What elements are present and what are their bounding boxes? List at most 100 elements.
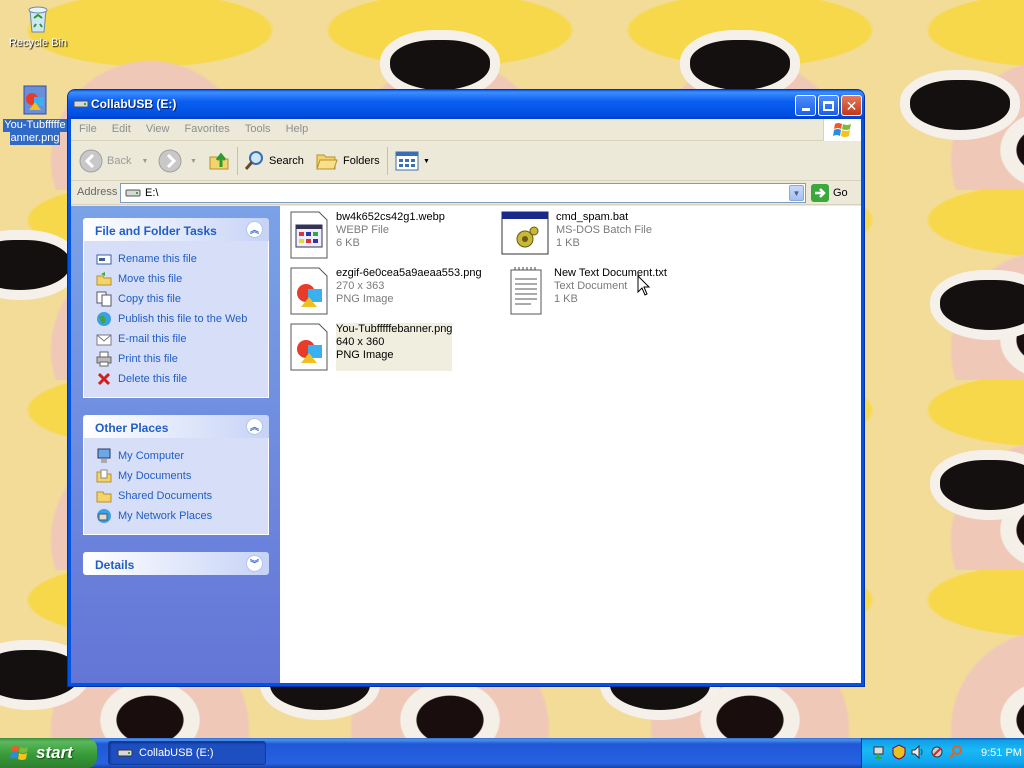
- windows-logo-icon: [823, 119, 861, 141]
- taskbar: start CollabUSB (E:) 9:51 PM: [0, 738, 1024, 768]
- toolbar-separator: [387, 147, 388, 175]
- file-item-selected[interactable]: You-Tubfffffebanner.png 640 x 360 PNG Im…: [289, 323, 453, 371]
- views-button[interactable]: ▼: [395, 148, 430, 174]
- file-item[interactable]: ezgif-6e0cea5a9aeaa553.png 270 x 363 PNG…: [289, 267, 482, 315]
- explorer-window: CollabUSB (E:) ✕ File Edit View Favorite…: [67, 89, 865, 687]
- panel-title: Details: [95, 558, 135, 572]
- place-my-computer[interactable]: My Computer: [96, 446, 268, 466]
- views-dropdown-icon: ▼: [423, 157, 430, 165]
- my-computer-icon: [96, 448, 112, 464]
- publish-web-icon: [96, 311, 112, 327]
- file-type: MS-DOS Batch File: [556, 224, 652, 236]
- task-rename[interactable]: Rename this file: [96, 249, 268, 269]
- up-folder-button[interactable]: [207, 148, 231, 174]
- network-tray-icon[interactable]: [872, 744, 888, 763]
- task-print[interactable]: Print this file: [96, 349, 268, 369]
- minimize-icon: [801, 108, 810, 111]
- other-places-panel: Other Places ︽ My Computer My Documents …: [83, 415, 269, 535]
- start-button[interactable]: start: [0, 738, 97, 768]
- forward-button[interactable]: ▼: [158, 148, 197, 174]
- desktop-icon-label-line2: anner.png: [9, 132, 61, 145]
- task-delete[interactable]: Delete this file: [96, 369, 268, 389]
- maximize-icon: [823, 100, 834, 111]
- file-name: You-Tubfffffebanner.png: [336, 323, 453, 335]
- file-info: PNG Image: [336, 293, 394, 305]
- system-tray: 9:51 PM: [861, 738, 1024, 768]
- minimize-button[interactable]: [795, 95, 816, 116]
- place-my-documents[interactable]: My Documents: [96, 466, 268, 486]
- png-image-icon: [290, 267, 328, 315]
- panel-header[interactable]: Details ︾: [83, 552, 269, 575]
- panel-header[interactable]: Other Places ︽: [83, 415, 269, 438]
- png-image-icon: [23, 85, 47, 115]
- back-arrow-icon: [79, 149, 103, 173]
- menu-favorites[interactable]: Favorites: [179, 119, 236, 135]
- task-copy[interactable]: Copy this file: [96, 289, 268, 309]
- menu-tools[interactable]: Tools: [239, 119, 277, 135]
- desktop-icon-recycle-bin[interactable]: Recycle Bin: [0, 2, 76, 50]
- text-document-icon: [510, 267, 542, 315]
- place-network[interactable]: My Network Places: [96, 506, 268, 526]
- taskbar-window-button[interactable]: CollabUSB (E:): [108, 741, 266, 765]
- chevron-down-icon: ▼: [792, 188, 801, 198]
- go-arrow-icon: [811, 184, 829, 202]
- clock[interactable]: 9:51 PM: [981, 747, 1022, 759]
- file-name: bw4k652cs42g1.webp: [336, 211, 445, 223]
- windows-logo-icon: [10, 746, 28, 760]
- maximize-button[interactable]: [818, 95, 839, 116]
- menu-help[interactable]: Help: [280, 119, 315, 135]
- task-publish[interactable]: Publish this file to the Web: [96, 309, 268, 329]
- folders-button[interactable]: Folders: [315, 148, 380, 174]
- back-label: Back: [107, 155, 132, 167]
- panel-title: File and Folder Tasks: [95, 224, 217, 238]
- menu-edit[interactable]: Edit: [106, 119, 137, 135]
- menu-file[interactable]: File: [71, 119, 103, 135]
- search-button[interactable]: Search: [243, 148, 304, 174]
- file-type: 270 x 363: [336, 280, 385, 292]
- speaker-icon[interactable]: [910, 744, 926, 763]
- desktop-icon-label: Recycle Bin: [8, 37, 68, 49]
- hardware-tray-icon[interactable]: [929, 744, 945, 763]
- file-item[interactable]: bw4k652cs42g1.webp WEBP File 6 KB: [289, 211, 445, 259]
- desktop-icon-banner-png[interactable]: You-Tubfffffe anner.png: [0, 84, 70, 145]
- address-dropdown-button[interactable]: ▼: [789, 185, 804, 201]
- title-bar[interactable]: CollabUSB (E:) ✕: [68, 90, 864, 119]
- place-label: Shared Documents: [118, 490, 213, 502]
- menu-view[interactable]: View: [140, 119, 176, 135]
- go-button[interactable]: Go: [811, 184, 848, 202]
- menu-bar: File Edit View Favorites Tools Help: [71, 119, 861, 141]
- folders-icon: [316, 154, 338, 170]
- file-type: 640 x 360: [336, 336, 385, 348]
- forward-dropdown-icon[interactable]: ▼: [190, 158, 197, 165]
- task-email[interactable]: E-mail this file: [96, 329, 268, 349]
- forward-arrow-icon: [158, 149, 182, 173]
- details-panel: Details ︾: [83, 552, 269, 575]
- search-tray-icon[interactable]: [948, 744, 964, 763]
- panel-header[interactable]: File and Folder Tasks ︽: [83, 218, 269, 241]
- folders-label: Folders: [343, 155, 380, 167]
- place-shared-documents[interactable]: Shared Documents: [96, 486, 268, 506]
- address-input[interactable]: E:\ ▼: [120, 183, 806, 203]
- print-icon: [96, 351, 112, 367]
- file-item[interactable]: cmd_spam.bat MS-DOS Batch File 1 KB: [501, 211, 652, 255]
- wallpaper-face: [900, 70, 1020, 140]
- toolbar-separator: [237, 147, 238, 175]
- window-client-area: File Edit View Favorites Tools Help Back…: [71, 119, 861, 683]
- email-icon: [96, 331, 112, 347]
- taskbar-window-label: CollabUSB (E:): [139, 747, 214, 759]
- task-label: Copy this file: [118, 293, 181, 305]
- collapse-icon[interactable]: ︽: [246, 418, 263, 435]
- close-button[interactable]: ✕: [841, 95, 862, 116]
- start-label: start: [36, 743, 73, 762]
- collapse-icon[interactable]: ︽: [246, 221, 263, 238]
- search-icon: [244, 151, 263, 170]
- drive-icon: [117, 749, 133, 757]
- back-button[interactable]: Back ▼: [79, 148, 148, 174]
- standard-toolbar: Back ▼ ▼ Search Folders ▼: [71, 141, 861, 181]
- security-shield-icon[interactable]: [891, 743, 907, 763]
- task-label: Delete this file: [118, 373, 188, 385]
- mouse-cursor-icon: [637, 275, 651, 296]
- back-dropdown-icon[interactable]: ▼: [141, 158, 148, 165]
- task-move[interactable]: Move this file: [96, 269, 268, 289]
- expand-icon[interactable]: ︾: [246, 555, 263, 572]
